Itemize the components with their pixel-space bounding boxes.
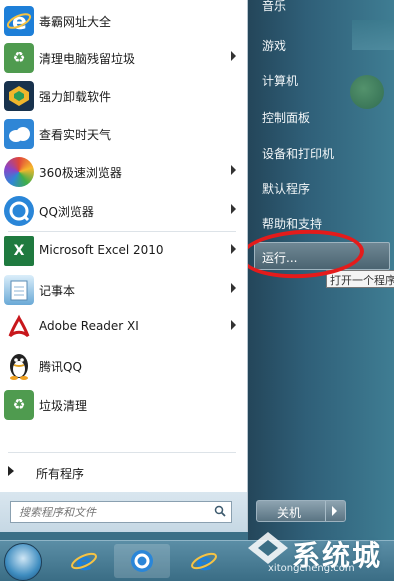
all-programs-label: 所有程序 [36, 467, 85, 481]
program-label: QQ浏览器 [39, 205, 94, 219]
program-item-4[interactable]: 360极速浏览器 [0, 155, 244, 189]
start-orb-icon[interactable] [4, 543, 42, 581]
submenu-arrow-icon[interactable] [231, 51, 236, 61]
program-label: 清理电脑残留垃圾 [39, 52, 136, 66]
program-item-9[interactable]: 腾讯QQ [0, 349, 244, 383]
right-item-games[interactable]: 游戏 [262, 37, 286, 54]
program-item-3[interactable]: 查看实时天气 [0, 117, 244, 151]
program-item-6[interactable]: X Microsoft Excel 2010 [0, 234, 244, 268]
shutdown-label: 关机 [277, 506, 302, 520]
excel-icon: X [4, 236, 34, 266]
expand-arrow-icon [8, 466, 14, 476]
program-item-2[interactable]: 强力卸载软件 [0, 79, 244, 113]
shutdown-options-arrow-icon[interactable] [332, 506, 337, 516]
taskbar-ie2-icon[interactable]: e [176, 544, 232, 578]
search-box[interactable] [10, 501, 232, 523]
360-browser-icon [4, 157, 34, 187]
program-label: 强力卸载软件 [39, 90, 112, 104]
uninstall-icon [4, 81, 34, 111]
taskbar-qq-browser-icon[interactable] [114, 544, 170, 578]
right-item-default-programs[interactable]: 默认程序 [262, 180, 310, 197]
shutdown-button[interactable]: 关机 [256, 500, 346, 522]
search-icon[interactable] [214, 505, 226, 517]
run-tooltip: 打开一个程序 [326, 270, 394, 288]
right-item-computer[interactable]: 计算机 [262, 72, 298, 89]
ie-icon: e [4, 6, 34, 36]
program-item-7[interactable]: 记事本 [0, 273, 244, 307]
right-item-music[interactable]: 音乐 [262, 0, 286, 14]
shutdown-divider [325, 501, 326, 521]
program-item-10[interactable]: ♻ 垃圾清理 [0, 388, 244, 422]
submenu-arrow-icon[interactable] [231, 244, 236, 254]
submenu-arrow-icon[interactable] [231, 283, 236, 293]
user-avatar [350, 75, 384, 109]
submenu-arrow-icon[interactable] [231, 320, 236, 330]
notepad-icon [4, 275, 34, 305]
program-separator [8, 231, 236, 232]
cloud-icon [4, 119, 34, 149]
program-label: 毒霸网址大全 [39, 15, 112, 29]
program-item-8[interactable]: Adobe Reader XI [0, 310, 244, 344]
all-programs-button[interactable]: 所有程序 [0, 460, 244, 484]
submenu-arrow-icon[interactable] [231, 165, 236, 175]
user-picture-frame [352, 20, 394, 50]
all-programs-separator [8, 452, 236, 453]
program-item-0[interactable]: e 毒霸网址大全 [0, 4, 244, 38]
qq-browser-icon [4, 196, 34, 226]
program-label: Adobe Reader XI [39, 319, 139, 333]
program-label: 记事本 [39, 284, 76, 298]
svg-text:e: e [196, 548, 212, 576]
recycle-icon: ♻ [4, 390, 34, 420]
program-label: 查看实时天气 [39, 128, 112, 142]
watermark-url: xitongcheng.com [268, 563, 355, 574]
search-input[interactable] [11, 502, 215, 522]
program-label: Microsoft Excel 2010 [39, 243, 164, 257]
program-item-5[interactable]: QQ浏览器 [0, 194, 244, 228]
program-item-1[interactable]: ♻ 清理电脑残留垃圾 [0, 41, 244, 75]
right-item-devices-printers[interactable]: 设备和打印机 [262, 145, 334, 162]
programs-pane: e 毒霸网址大全 ♻ 清理电脑残留垃圾 强力卸载软件 查看实时天气 360极速浏… [0, 0, 248, 532]
search-area [0, 492, 247, 532]
svg-text:e: e [76, 548, 92, 576]
right-item-control-panel[interactable]: 控制面板 [262, 109, 310, 126]
taskbar-ie-icon[interactable]: e [56, 544, 112, 578]
recycle-icon: ♻ [4, 43, 34, 73]
program-label: 360极速浏览器 [39, 166, 122, 180]
pdf-icon [4, 312, 34, 342]
program-label: 腾讯QQ [39, 360, 82, 374]
qq-penguin-icon [4, 351, 34, 381]
program-label: 垃圾清理 [39, 399, 88, 413]
submenu-arrow-icon[interactable] [231, 204, 236, 214]
